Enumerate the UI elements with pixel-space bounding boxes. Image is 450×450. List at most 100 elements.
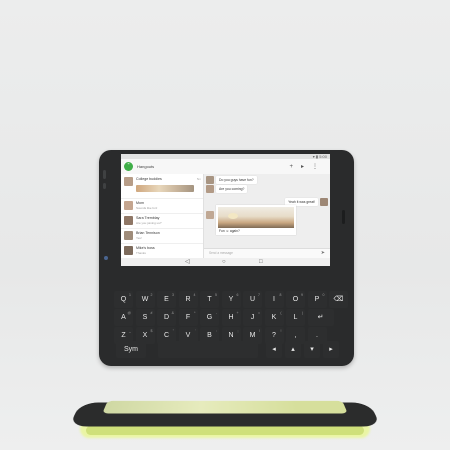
key-secondary-label: ! — [280, 329, 282, 333]
sun — [228, 213, 238, 219]
key-secondary-label: = — [257, 311, 260, 315]
phone-screen: ▾ ▮ 5:00 " Hangouts +▸⋮ College buddies … — [121, 154, 330, 266]
key-label: , — [294, 332, 297, 339]
key-label: B — [207, 332, 212, 339]
key-secondary-label: 2 — [150, 293, 153, 297]
message-input-bar: Send a message ➤ — [204, 248, 330, 258]
key-label: F — [185, 314, 191, 321]
photo-caption: Fun ☺ again? — [219, 229, 240, 233]
key-secondary-label: ) — [301, 311, 303, 315]
key-label: G — [206, 314, 213, 321]
message-bubble: Do you guys have fun? — [216, 176, 257, 184]
conversation-snippet: Sounds like fun! — [136, 206, 158, 210]
key-label: H — [228, 314, 234, 321]
key-secondary-label: 7 — [258, 293, 260, 297]
key-label: N — [228, 332, 234, 339]
message-bubble: Are you coming? — [216, 185, 248, 193]
key-secondary-label: 5 — [215, 293, 217, 297]
key-label: X — [142, 332, 148, 339]
recents-icon[interactable]: □ — [259, 258, 263, 266]
conversation-item-brian[interactable]: Brian Tennison Yes! — [121, 228, 203, 244]
conversation-name: Sara Tremblay — [136, 216, 160, 220]
beach-photo — [218, 207, 294, 228]
send-icon[interactable]: ➤ — [321, 250, 325, 256]
key-secondary-label: 8 — [279, 293, 282, 297]
key-label: Y — [228, 296, 234, 303]
video-call-icon[interactable]: ▸ — [301, 164, 312, 170]
avatar — [124, 177, 133, 186]
key-secondary-label: 6 — [236, 293, 239, 297]
speaker-grille-small — [103, 183, 106, 189]
key-label: . — [316, 332, 318, 339]
key-label: R — [185, 296, 191, 303]
key-secondary-label: * — [194, 311, 196, 315]
conversation-list: College buddies 5m Mom Sounds like fun! … — [121, 174, 204, 259]
key-secondary-label: ' — [194, 329, 196, 333]
key-label: T — [207, 296, 212, 303]
conversation-name: Mike's boss — [136, 246, 155, 250]
avatar — [206, 211, 214, 219]
speaker-grille — [103, 170, 106, 179]
key-label: S — [142, 314, 148, 321]
hangouts-logo-icon: " — [124, 162, 133, 171]
app-bar: " Hangouts +▸⋮ — [121, 159, 330, 175]
key-p[interactable]: P0 — [307, 291, 327, 308]
key-secondary-label: 3 — [172, 293, 174, 297]
power-button[interactable] — [342, 210, 345, 224]
key-secondary-label: # — [150, 311, 153, 315]
key-secondary-label: ; — [237, 329, 239, 333]
conversation-snippet: Are you joining us? — [136, 221, 162, 225]
key-secondary-label: $ — [150, 329, 153, 333]
key-secondary-label: 4 — [193, 293, 196, 297]
system-nav-bar: ◁ ○ □ — [121, 258, 330, 266]
key-label: ↵ — [317, 314, 324, 321]
key-label: Q — [120, 296, 127, 303]
key-secondary-label: 9 — [301, 293, 303, 297]
arrow-up-icon[interactable]: ▴ — [285, 341, 301, 358]
arrow-left-icon[interactable]: ◂ — [266, 341, 282, 358]
chat-thread: Do you guys have fun? Are you coming? Ye… — [204, 174, 330, 258]
avatar — [206, 185, 214, 193]
key-label: A — [121, 314, 126, 321]
home-icon[interactable]: ○ — [222, 258, 226, 266]
conversation-item-college-buddies[interactable]: College buddies 5m — [121, 174, 203, 199]
conversation-photo-preview — [136, 185, 194, 192]
key-label: I — [273, 296, 275, 303]
sym-key[interactable]: Sym — [116, 341, 146, 358]
key-secondary-label: - — [215, 311, 217, 315]
new-conversation-icon[interactable]: + — [289, 164, 301, 170]
key-label: W — [141, 296, 149, 303]
key-label: M — [249, 332, 256, 339]
conversation-name: College buddies — [136, 177, 162, 181]
conversation-snippet: Yes! — [136, 236, 142, 240]
photo-message[interactable]: Fun ☺ again? — [216, 205, 296, 235]
conversation-item-mom[interactable]: Mom Sounds like fun! — [121, 198, 203, 214]
key-symbol-9[interactable]: ↵ — [307, 309, 334, 326]
avatar — [124, 231, 133, 240]
key-secondary-label: 0 — [322, 293, 325, 297]
key-label: Z — [121, 332, 126, 339]
key-label: E — [164, 296, 169, 303]
hardware-keyboard: Q 1 W 2 E 3 R 4 T 5 Y 6 U 7 I 8 O 9 P 0 ⌫ A @ S # D & F * G - H + J = K(L) ↵… — [110, 285, 348, 360]
key-symbol-10[interactable]: ⌫ — [329, 291, 348, 308]
key-label: ? — [272, 332, 276, 339]
conversation-item-sara[interactable]: Sara Tremblay Are you joining us? — [121, 213, 203, 229]
avatar — [206, 176, 214, 184]
avatar — [124, 216, 133, 225]
conversation-name: Mom — [136, 201, 144, 205]
key-label: U — [249, 296, 256, 303]
key-secondary-label: 1 — [129, 293, 131, 297]
conversation-snippet: Thanks — [136, 251, 146, 255]
key-secondary-label: ( — [280, 311, 282, 315]
message-input[interactable]: Send a message — [209, 251, 233, 255]
arrow-down-icon[interactable]: ▾ — [304, 341, 320, 358]
arrow-right-icon[interactable]: ▸ — [323, 341, 339, 358]
back-icon[interactable]: ◁ — [185, 258, 190, 266]
space-key[interactable] — [158, 341, 258, 358]
conversation-item-boss[interactable]: Mike's boss Thanks — [121, 243, 203, 259]
overflow-menu-icon[interactable]: ⋮ — [312, 164, 326, 170]
key-label: ⌫ — [333, 296, 344, 303]
key-secondary-label: + — [236, 311, 239, 315]
conversation-time: 5m — [196, 177, 201, 181]
key-l[interactable]: L) — [286, 309, 305, 326]
